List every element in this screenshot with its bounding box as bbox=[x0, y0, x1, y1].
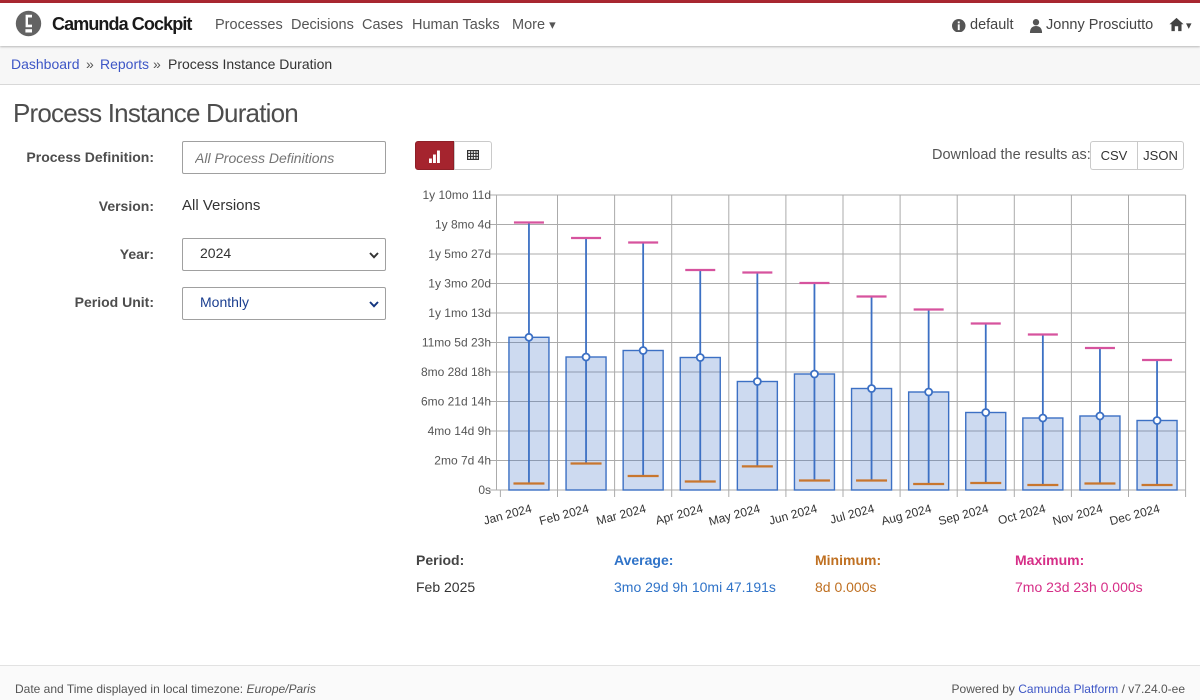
svg-text:Feb 2024: Feb 2024 bbox=[538, 501, 591, 528]
svg-text:8mo 28d 18h: 8mo 28d 18h bbox=[421, 365, 491, 379]
svg-text:Sep 2024: Sep 2024 bbox=[937, 501, 991, 528]
svg-text:Nov 2024: Nov 2024 bbox=[1051, 501, 1105, 528]
svg-text:May 2024: May 2024 bbox=[707, 501, 762, 528]
svg-text:Oct 2024: Oct 2024 bbox=[996, 501, 1047, 527]
svg-text:2mo 7d 4h: 2mo 7d 4h bbox=[434, 454, 491, 468]
svg-text:1y 10mo 11d: 1y 10mo 11d bbox=[423, 188, 492, 202]
svg-text:11mo 5d 23h: 11mo 5d 23h bbox=[422, 336, 491, 350]
svg-text:1y 5mo 27d: 1y 5mo 27d bbox=[428, 247, 491, 261]
svg-text:Aug 2024: Aug 2024 bbox=[880, 501, 934, 528]
svg-text:6mo 21d 14h: 6mo 21d 14h bbox=[421, 395, 491, 409]
svg-text:1y 8mo 4d: 1y 8mo 4d bbox=[435, 218, 491, 232]
svg-text:Jan 2024: Jan 2024 bbox=[482, 501, 534, 527]
svg-text:Jun 2024: Jun 2024 bbox=[767, 501, 819, 527]
svg-text:Apr 2024: Apr 2024 bbox=[654, 501, 705, 527]
svg-text:4mo 14d 9h: 4mo 14d 9h bbox=[428, 424, 491, 438]
svg-text:1y 1mo 13d: 1y 1mo 13d bbox=[428, 306, 491, 320]
svg-text:1y 3mo 20d: 1y 3mo 20d bbox=[428, 277, 491, 291]
svg-text:Mar 2024: Mar 2024 bbox=[595, 501, 648, 528]
svg-text:Jul 2024: Jul 2024 bbox=[828, 501, 876, 526]
svg-text:0s: 0s bbox=[478, 483, 491, 497]
svg-text:Dec 2024: Dec 2024 bbox=[1108, 501, 1162, 528]
